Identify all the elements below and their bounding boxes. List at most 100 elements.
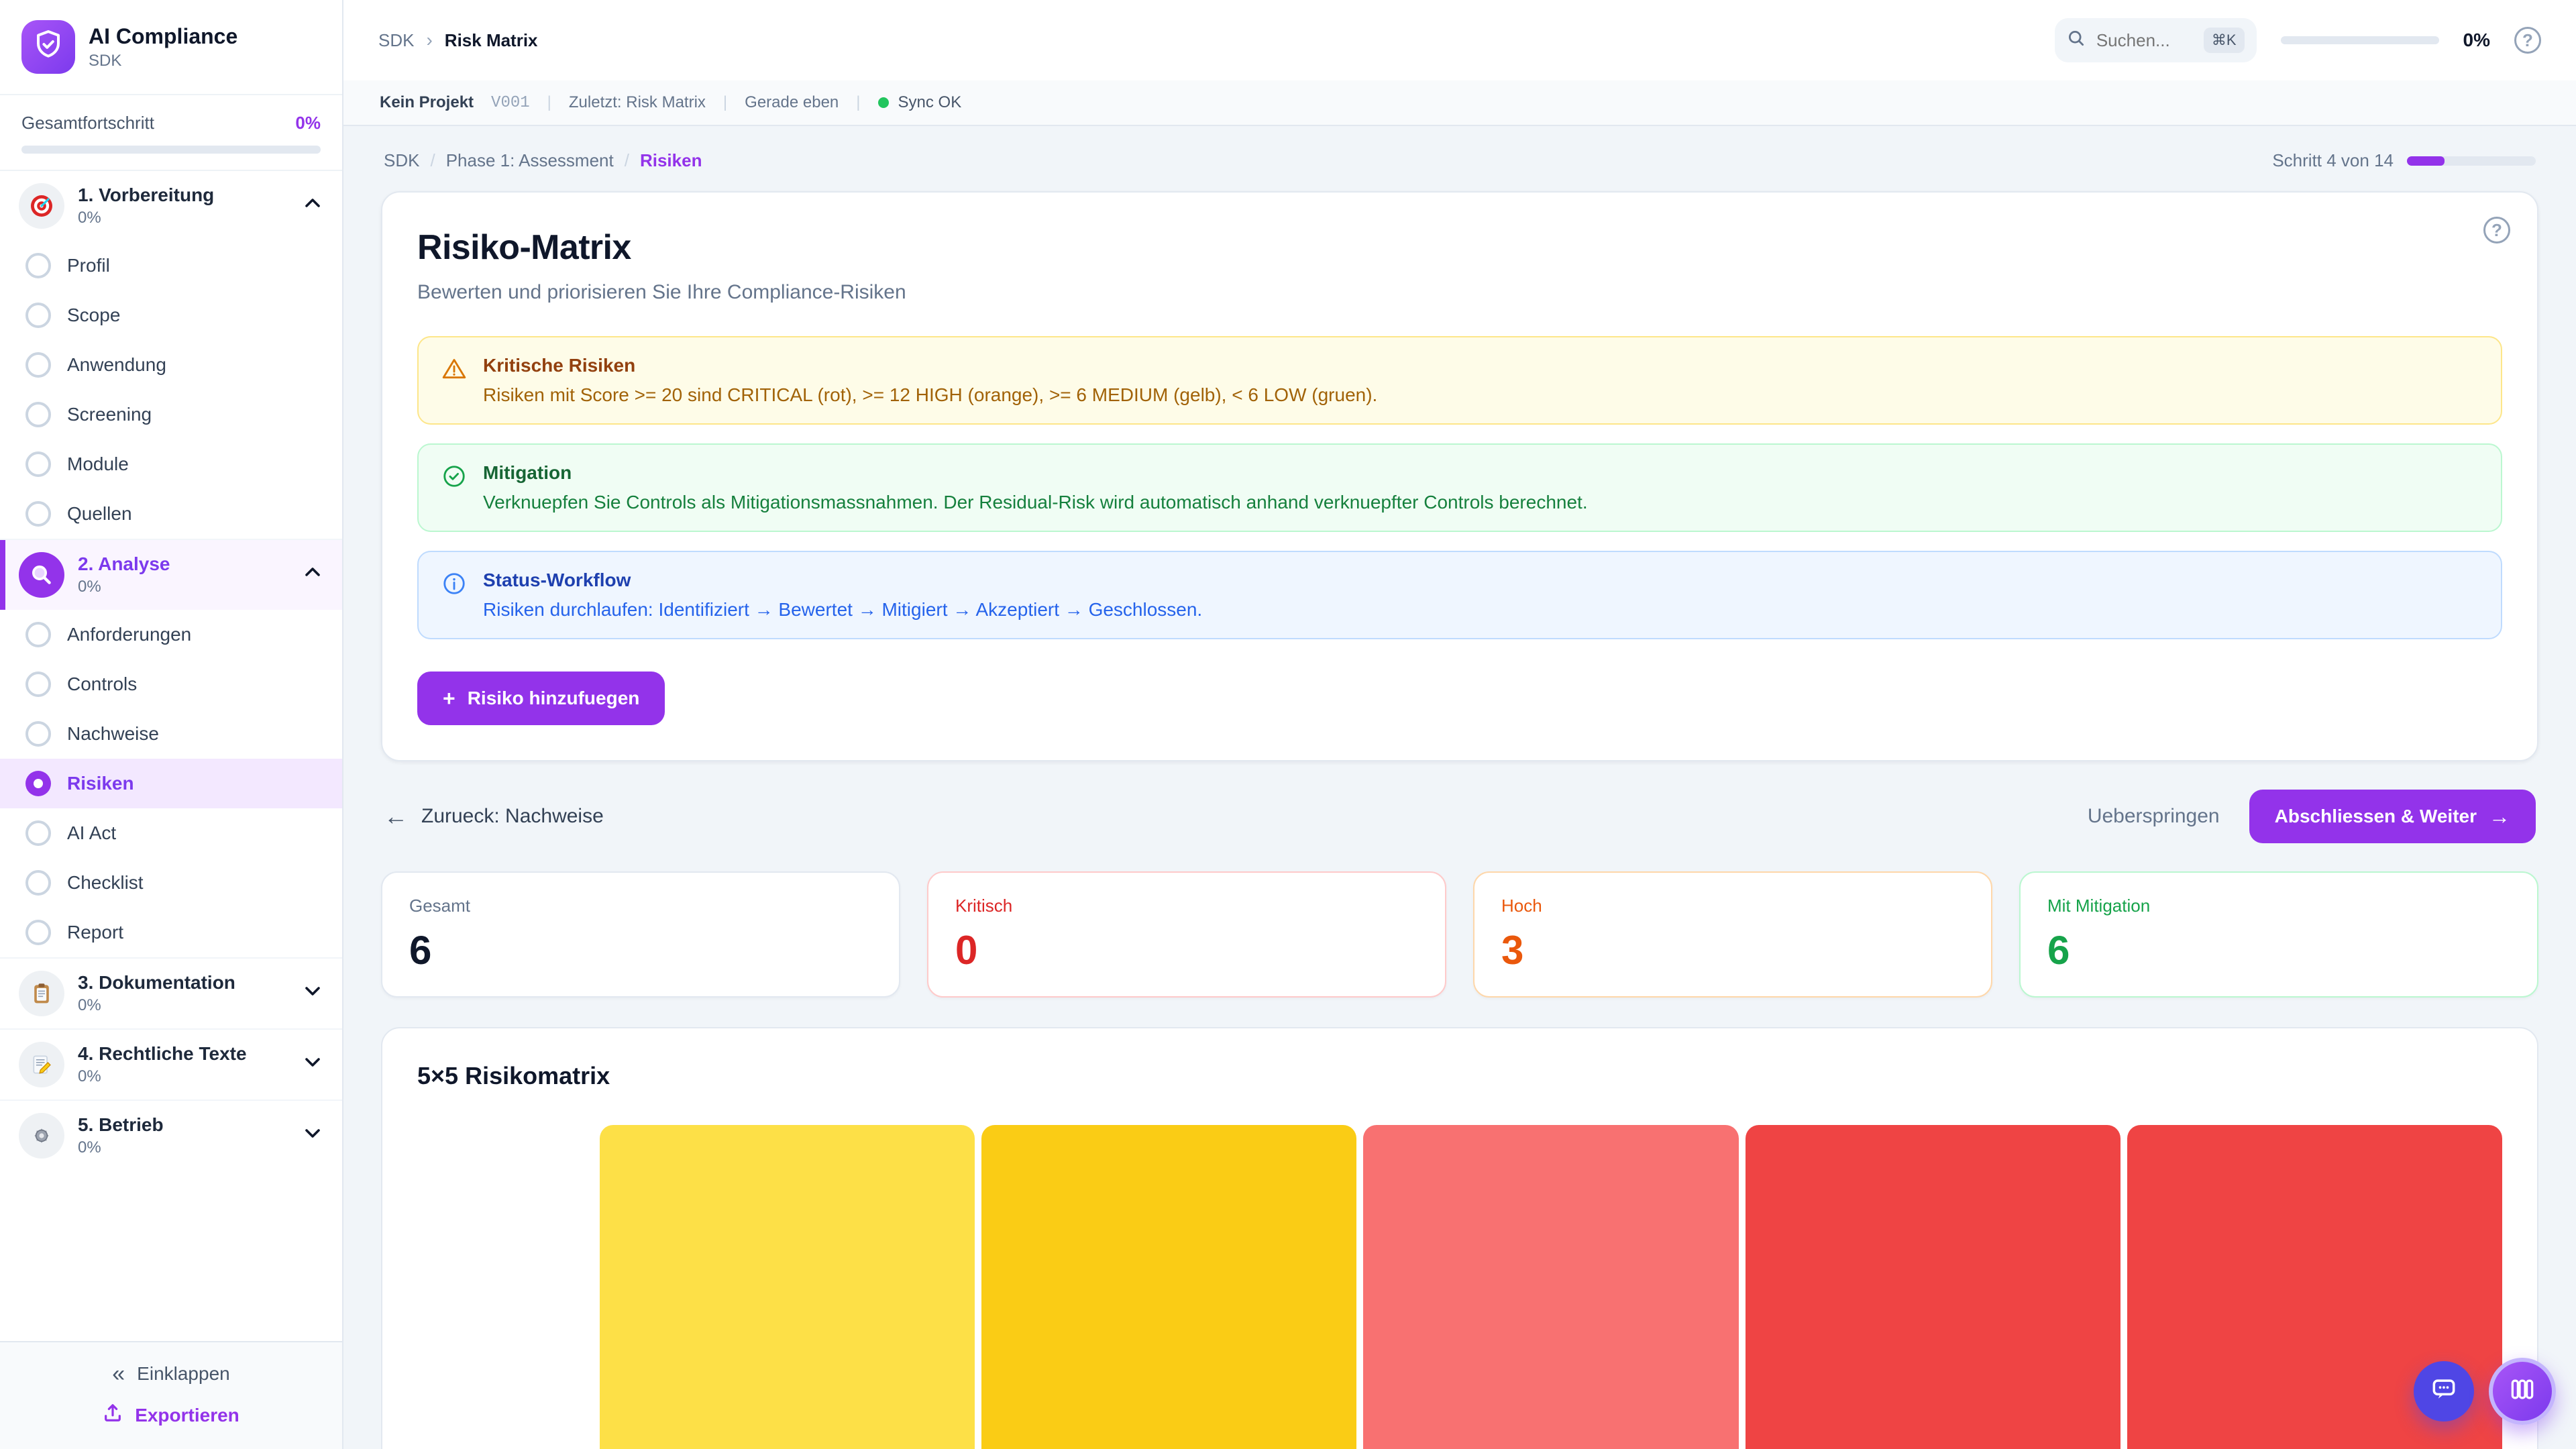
nav-section-analyse-header[interactable]: 2. Analyse 0%: [0, 540, 342, 610]
sidebar-item-profil[interactable]: Profil: [0, 241, 342, 290]
app-logo: [21, 20, 75, 74]
sidebar: AI Compliance SDK Gesamtfortschritt 0% 1…: [0, 0, 343, 1449]
sidebar-item-report[interactable]: Report: [0, 908, 342, 957]
section-title: 1. Vorbereitung: [78, 184, 288, 206]
wizard-crumb-current: Risiken: [640, 150, 702, 171]
section-percent: 0%: [78, 996, 288, 1015]
wizard-nav-row: ← Zurueck: Nachweise Ueberspringen Absch…: [381, 761, 2538, 871]
stat-value: 0: [955, 927, 1418, 973]
section-percent: 0%: [78, 578, 288, 596]
sync-ok-dot: [878, 97, 889, 108]
matrix-cell-1[interactable]: [600, 1125, 975, 1449]
add-risk-button[interactable]: + Risiko hinzufuegen: [417, 672, 665, 725]
matrix-card: 5×5 Risikomatrix: [381, 1027, 2538, 1449]
nav-section-vorbereitung-header[interactable]: 1. Vorbereitung 0%: [0, 171, 342, 241]
radio-icon: [25, 303, 51, 328]
section-title: 3. Dokumentation: [78, 972, 288, 994]
callout-title: Mitigation: [483, 462, 1588, 484]
collapse-sidebar-button[interactable]: « Einklappen: [112, 1362, 229, 1385]
risk-matrix-card: ? Risiko-Matrix Bewerten und priorisiere…: [381, 191, 2538, 761]
nav-section-betrieb: 5. Betrieb 0%: [0, 1099, 342, 1171]
matrix-cell-3[interactable]: [1363, 1125, 1738, 1449]
help-button[interactable]: ?: [2514, 27, 2541, 54]
callout-body: Risiken mit Score >= 20 sind CRITICAL (r…: [483, 384, 1377, 406]
matrix-title: 5×5 Risikomatrix: [417, 1062, 2502, 1090]
nav-section-analyse: 2. Analyse 0% Anforderungen Controls Nac…: [0, 539, 342, 957]
section-percent: 0%: [78, 1138, 288, 1157]
nav-section-rechtliche-texte-header[interactable]: 4. Rechtliche Texte 0%: [0, 1030, 342, 1099]
overall-progress: Gesamtfortschritt 0%: [0, 95, 342, 171]
app-subtitle: SDK: [89, 52, 237, 70]
radio-icon: [25, 672, 51, 697]
stat-label: Hoch: [1501, 896, 1964, 916]
search-icon: [2067, 28, 2086, 53]
breadcrumb: SDK › Risk Matrix: [378, 30, 538, 51]
radio-icon: [25, 501, 51, 527]
status-bar: Kein Projekt V001 | Zuletzt: Risk Matrix…: [343, 80, 2576, 126]
arrow-left-icon: ←: [384, 804, 408, 828]
chat-fab-button[interactable]: [2414, 1361, 2474, 1421]
warning-callout: Kritische Risiken Risiken mit Score >= 2…: [417, 336, 2502, 425]
header-progress-bar: [2281, 36, 2439, 44]
chevron-down-icon: [302, 1122, 323, 1149]
stat-value: 3: [1501, 927, 1964, 973]
matrix-cell-2[interactable]: [981, 1125, 1356, 1449]
nav-section-dokumentation-header[interactable]: 3. Dokumentation 0%: [0, 959, 342, 1028]
card-help-button[interactable]: ?: [2483, 217, 2510, 244]
skip-button[interactable]: Ueberspringen: [2088, 805, 2220, 828]
upload-icon: [103, 1403, 123, 1428]
sidebar-item-risiken[interactable]: Risiken: [0, 759, 342, 808]
callout-body: Verknuepfen Sie Controls als Mitigations…: [483, 492, 1588, 513]
wizard-crumb-sdk[interactable]: SDK: [384, 150, 419, 171]
last-visited: Zuletzt: Risk Matrix: [569, 93, 706, 112]
check-circle-icon: [441, 464, 467, 513]
matrix-row: [600, 1125, 2502, 1449]
sidebar-item-quellen[interactable]: Quellen: [0, 489, 342, 539]
plus-icon: +: [443, 688, 455, 709]
sidebar-item-checklist[interactable]: Checklist: [0, 858, 342, 908]
overall-progress-value: 0%: [295, 113, 321, 133]
clipboard-icon: [19, 971, 64, 1016]
info-circle-icon: [441, 571, 467, 621]
sidebar-item-module[interactable]: Module: [0, 439, 342, 489]
app-window: AI Compliance SDK Gesamtfortschritt 0% 1…: [0, 0, 2576, 1449]
sidebar-item-ai-act[interactable]: AI Act: [0, 808, 342, 858]
sidebar-item-anforderungen[interactable]: Anforderungen: [0, 610, 342, 659]
warning-triangle-icon: [441, 356, 467, 406]
search-box[interactable]: ⌘K: [2055, 18, 2257, 62]
info-callout: Status-Workflow Risiken durchlaufen: Ide…: [417, 551, 2502, 639]
radio-icon: [25, 622, 51, 647]
section-percent: 0%: [78, 209, 288, 227]
chat-bubble-icon: [2429, 1375, 2459, 1409]
search-input[interactable]: [2096, 30, 2193, 51]
radio-icon: [25, 253, 51, 278]
chevron-down-icon: [302, 1051, 323, 1078]
matrix-cell-4[interactable]: [1746, 1125, 2121, 1449]
radio-icon: [25, 920, 51, 945]
wizard-step: Schritt 4 von 14: [2272, 150, 2536, 171]
finish-next-button[interactable]: Abschliessen & Weiter →: [2249, 790, 2536, 843]
breadcrumb-root[interactable]: SDK: [378, 30, 414, 51]
nav-section-betrieb-header[interactable]: 5. Betrieb 0%: [0, 1101, 342, 1171]
sidebar-item-nachweise[interactable]: Nachweise: [0, 709, 342, 759]
stat-label: Gesamt: [409, 896, 872, 916]
export-button[interactable]: Exportieren: [103, 1403, 239, 1428]
app-title: AI Compliance: [89, 23, 237, 49]
double-chevron-left-icon: «: [112, 1362, 125, 1385]
radio-icon: [25, 402, 51, 427]
step-label: Schritt 4 von 14: [2272, 150, 2394, 171]
topbar-right: ⌘K 0% ?: [2055, 18, 2541, 62]
version-badge: V001: [491, 94, 530, 112]
sidebar-item-controls[interactable]: Controls: [0, 659, 342, 709]
sidebar-item-screening[interactable]: Screening: [0, 390, 342, 439]
target-icon: [19, 183, 64, 229]
sidebar-item-scope[interactable]: Scope: [0, 290, 342, 340]
magnifier-icon: [19, 552, 64, 598]
arrow-right-icon: →: [2489, 806, 2510, 827]
shield-check-icon: [32, 28, 64, 66]
board-fab-button[interactable]: [2489, 1358, 2556, 1425]
chevron-up-icon: [302, 193, 323, 219]
back-button[interactable]: ← Zurueck: Nachweise: [384, 804, 604, 828]
wizard-crumb-phase[interactable]: Phase 1: Assessment: [446, 150, 614, 171]
sidebar-item-anwendung[interactable]: Anwendung: [0, 340, 342, 390]
